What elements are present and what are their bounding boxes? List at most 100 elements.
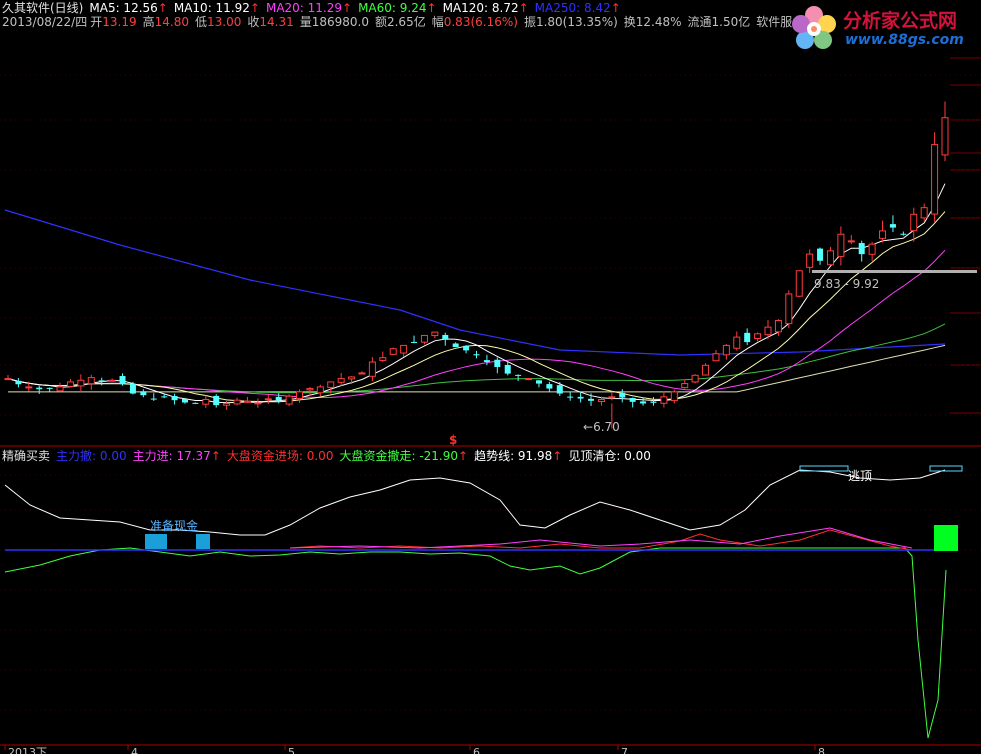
candle-body-44 bbox=[463, 345, 470, 351]
x-label-5: 8 bbox=[818, 746, 825, 754]
ma-legend-5: MA250: 8.42 bbox=[534, 1, 611, 15]
candle-body-43 bbox=[452, 343, 459, 348]
cash-block-1 bbox=[145, 534, 167, 549]
candle-body-31 bbox=[327, 381, 335, 388]
candle-body-8 bbox=[87, 377, 95, 385]
x-label-4: 7 bbox=[621, 746, 628, 754]
candle-body-79 bbox=[826, 250, 834, 266]
quote-header: 2013/08/22/四 开13.19 高14.80 低13.00 收14.31 量186… bbox=[2, 15, 810, 29]
amplitude-value: 振1.80(13.35%) bbox=[523, 15, 618, 29]
signal-marker: $ bbox=[449, 433, 458, 447]
candle-body-19 bbox=[202, 399, 210, 405]
ma-legend-3: MA60: 9.24 bbox=[358, 1, 427, 15]
candle-body-34 bbox=[358, 372, 366, 375]
candle-body-20 bbox=[213, 395, 220, 406]
x-label-0: 2013下 bbox=[8, 746, 47, 754]
candle-body-22 bbox=[233, 399, 241, 405]
candle-body-27 bbox=[285, 395, 293, 405]
candle-body-50 bbox=[525, 378, 533, 381]
amount-value: 额2.65亿 bbox=[374, 15, 426, 29]
candle-body-52 bbox=[546, 384, 553, 389]
candle-body-24 bbox=[254, 402, 262, 405]
candle-body-16 bbox=[171, 396, 178, 401]
price-range-bar bbox=[812, 270, 977, 273]
low-value: 13.00 bbox=[206, 15, 242, 29]
indicator-legend-5: 见顶清仓: 0.00 bbox=[568, 449, 651, 463]
candlestick-series bbox=[4, 101, 949, 429]
candle-body-38 bbox=[400, 344, 408, 354]
ma-legend-arrow-2: ↑ bbox=[342, 1, 353, 15]
ma-legend-0: MA5: 12.56 bbox=[89, 1, 158, 15]
ma-legend-4: MA120: 8.72 bbox=[442, 1, 519, 15]
candle-body-67 bbox=[702, 364, 710, 376]
candle-body-25 bbox=[264, 398, 272, 401]
candle-body-61 bbox=[640, 401, 647, 404]
low-price-marker: ←6.70 bbox=[583, 420, 620, 434]
close-label: 收 bbox=[247, 15, 260, 29]
ma250-path bbox=[4, 209, 946, 356]
candle-body-74 bbox=[774, 320, 782, 333]
change-label: 幅 bbox=[431, 15, 444, 29]
close-value: 14.31 bbox=[259, 15, 294, 29]
candle-body-41 bbox=[431, 331, 439, 337]
ma10-line bbox=[7, 211, 946, 403]
candle-body-57 bbox=[597, 399, 605, 403]
kline-chart: 2013下 4 5 6 7 8 bbox=[0, 57, 981, 754]
candle-body-30 bbox=[316, 386, 324, 394]
candle-body-13 bbox=[140, 391, 147, 396]
low-price-value: 6.70 bbox=[593, 420, 620, 434]
float-shares-value: 流通1.50亿 bbox=[687, 15, 751, 29]
change-value: 0.83(6.16%) bbox=[443, 15, 518, 29]
candle-body-60 bbox=[629, 397, 636, 402]
candle-body-83 bbox=[868, 243, 876, 255]
high-label: 高 bbox=[142, 15, 155, 29]
candle-body-40 bbox=[420, 334, 428, 343]
candle-body-88 bbox=[920, 207, 928, 219]
candle-body-65 bbox=[681, 383, 689, 389]
candle-body-11 bbox=[119, 376, 126, 385]
candle-body-23 bbox=[243, 400, 251, 403]
candle-body-55 bbox=[577, 396, 584, 399]
candle-body-46 bbox=[483, 360, 490, 363]
candle-body-33 bbox=[348, 376, 356, 380]
candle-body-21 bbox=[223, 402, 231, 406]
cash-block-2 bbox=[196, 534, 210, 549]
candle-body-87 bbox=[910, 213, 918, 232]
indicator-legend-arrow-3: ↑ bbox=[458, 449, 469, 463]
x-label-1: 4 bbox=[131, 746, 138, 754]
candle-body-14 bbox=[150, 398, 157, 400]
candle-body-53 bbox=[556, 385, 563, 394]
candle-body-29 bbox=[306, 388, 314, 391]
ma-legend-arrow-5: ↑ bbox=[610, 1, 621, 15]
candle-body-0 bbox=[4, 378, 12, 381]
turnover-value: 换12.48% bbox=[623, 15, 682, 29]
candle-body-76 bbox=[795, 270, 803, 297]
candle-body-28 bbox=[296, 391, 304, 400]
candle-body-17 bbox=[181, 398, 188, 403]
high-value: 14.80 bbox=[154, 15, 189, 29]
candle-body-51 bbox=[535, 380, 542, 384]
candle-body-64 bbox=[670, 391, 678, 402]
candle-body-15 bbox=[161, 396, 168, 398]
candle-body-7 bbox=[77, 379, 85, 387]
candle-body-86 bbox=[900, 233, 907, 235]
candle-body-3 bbox=[36, 387, 43, 390]
ma-legend-arrow-0: ↑ bbox=[157, 1, 168, 15]
candle-body-9 bbox=[98, 380, 105, 382]
ma-legend-1: MA10: 11.92 bbox=[173, 1, 250, 15]
indicator-lines bbox=[4, 465, 963, 739]
candle-body-71 bbox=[744, 332, 751, 343]
candle-body-89 bbox=[931, 144, 939, 215]
candle-body-66 bbox=[691, 374, 699, 383]
candle-body-59 bbox=[619, 392, 626, 398]
candle-body-35 bbox=[368, 361, 376, 377]
ma-legend-2: MA20: 11.29 bbox=[265, 1, 343, 15]
candle-body-68 bbox=[712, 353, 720, 362]
x-label-2: 5 bbox=[288, 746, 295, 754]
candle-body-90 bbox=[941, 117, 949, 156]
candle-body-84 bbox=[879, 230, 887, 239]
candle-body-36 bbox=[379, 357, 387, 361]
candle-body-54 bbox=[567, 396, 574, 398]
candle-body-2 bbox=[25, 386, 33, 389]
trend-line bbox=[4, 469, 946, 536]
